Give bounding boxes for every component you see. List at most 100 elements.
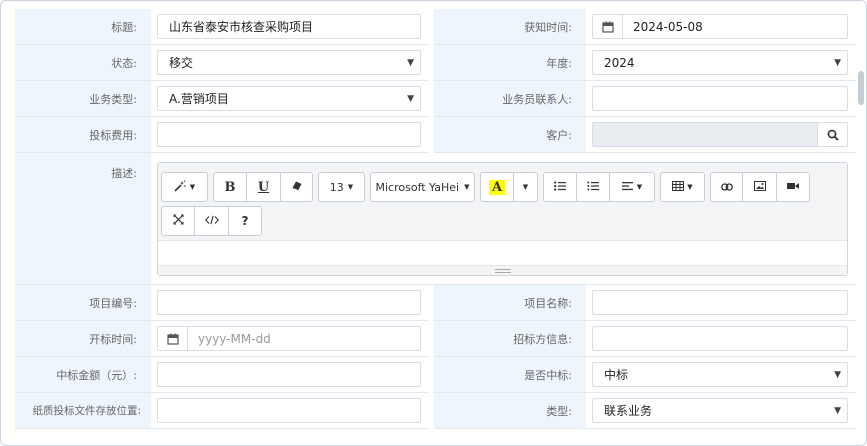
magic-wand-button[interactable]: ▼ [161,172,208,202]
font-family-value: Microsoft YaHei [375,180,460,194]
open-time-label: 开标时间: [15,321,151,357]
link-button[interactable] [710,172,743,202]
biz-type-select[interactable]: A.营销项目 ▼ [157,86,421,111]
rich-text-editor: ▼ B U 13 ▼ Microsoft YaHei ▼ A ▼ ▼ ▼ ? [157,162,848,276]
form-row: 状态: 移交 ▼ 年度: 2024 ▼ [15,45,856,81]
status-value: 移交 [169,56,194,70]
font-family-select[interactable]: Microsoft YaHei ▼ [370,172,475,202]
tenderer-info-input[interactable] [592,326,848,351]
paper-location-input[interactable] [157,398,421,423]
image-button[interactable] [743,172,777,202]
chevron-down-icon: ▼ [522,183,529,191]
description-label: 描述: [15,153,151,285]
project-name-label: 项目名称: [434,285,586,321]
tenderer-info-cell [586,321,856,357]
video-icon [787,181,799,194]
project-name-cell [586,285,856,321]
form-row: 中标金额（元）: 是否中标: 中标 ▼ [15,357,856,393]
underline-button[interactable]: U [247,172,281,202]
bold-button[interactable]: B [213,172,247,202]
chevron-down-icon: ▼ [407,93,414,104]
notify-time-input[interactable]: 2024-05-08 [592,14,848,39]
notify-time-value: 2024-05-08 [633,19,703,34]
unordered-list-button[interactable] [543,172,577,202]
is-win-label: 是否中标: [434,357,586,393]
ordered-list-icon [587,181,599,194]
win-amount-input[interactable] [157,362,421,387]
type-select[interactable]: 联系业务 ▼ [592,398,848,423]
tenderer-info-label: 招标方信息: [434,321,586,357]
is-win-cell: 中标 ▼ [586,357,856,393]
form-row: 开标时间: yyyy-MM-dd 招标方信息: [15,321,856,357]
title-label: 标题: [15,9,151,45]
editor-resize-handle[interactable] [158,265,847,275]
open-time-cell: yyyy-MM-dd [151,321,429,357]
status-label: 状态: [15,45,151,81]
customer-input[interactable] [592,122,848,147]
code-view-button[interactable] [195,206,229,236]
chevron-down-icon: ▼ [189,183,196,191]
table-button[interactable]: ▼ [660,172,705,202]
customer-cell [586,117,856,153]
project-no-label: 项目编号: [15,285,151,321]
form-row: 项目编号: 项目名称: [15,285,856,321]
project-name-input[interactable] [592,290,848,315]
biz-type-cell: A.营销项目 ▼ [151,81,429,117]
type-label: 类型: [434,393,586,429]
notify-time-label: 获知时间: [434,9,586,45]
open-time-input[interactable]: yyyy-MM-dd [157,326,421,351]
notify-time-cell: 2024-05-08 [586,9,856,45]
title-field-cell: 山东省泰安市核查采购项目 [151,9,429,45]
color-dropdown-button[interactable]: ▼ [514,172,538,202]
code-icon [204,215,219,228]
calendar-icon[interactable] [158,327,188,350]
chevron-down-icon: ▼ [464,183,470,191]
status-select[interactable]: 移交 ▼ [157,50,421,75]
help-button[interactable]: ? [229,206,262,236]
biz-contact-input[interactable] [592,86,848,111]
paper-location-label: 纸质投标文件存放位置: [15,393,151,429]
year-value: 2024 [604,55,635,70]
bid-fee-input[interactable] [157,122,421,147]
open-time-placeholder: yyyy-MM-dd [198,331,271,346]
project-no-input[interactable] [157,290,421,315]
type-value: 联系业务 [604,404,653,418]
title-value: 山东省泰安市核查采购项目 [169,20,314,34]
align-left-icon [621,181,634,194]
editor-toolbar: ▼ B U 13 ▼ Microsoft YaHei ▼ A ▼ ▼ ▼ ? [158,163,847,241]
title-input[interactable]: 山东省泰安市核查采购项目 [157,14,421,39]
form-row: 描述: ▼ B U 13 ▼ Microsoft YaHei ▼ A ▼ ▼ ▼… [15,153,856,285]
scrollbar-thumb[interactable] [858,71,864,105]
search-icon[interactable] [817,123,847,146]
chevron-down-icon: ▼ [407,57,414,68]
eraser-button[interactable] [281,172,313,202]
eraser-icon [291,180,303,195]
link-icon [720,181,733,194]
font-size-select[interactable]: 13 ▼ [318,172,365,202]
chevron-down-icon: ▼ [834,57,841,68]
align-button[interactable]: ▼ [610,172,655,202]
is-win-select[interactable]: 中标 ▼ [592,362,848,387]
win-amount-label: 中标金额（元）: [15,357,151,393]
year-select[interactable]: 2024 ▼ [592,50,848,75]
editor-content-area[interactable] [158,241,847,265]
form-row: 纸质投标文件存放位置: 类型: 联系业务 ▼ [15,393,856,429]
ordered-list-button[interactable] [577,172,610,202]
customer-label: 客户: [434,117,586,153]
magic-wand-icon [174,180,188,195]
fullscreen-button[interactable] [161,206,195,236]
video-button[interactable] [777,172,810,202]
highlight-color-icon: A [488,179,506,195]
biz-type-value: A.营销项目 [169,92,229,106]
biz-contact-cell [586,81,856,117]
calendar-icon[interactable] [593,15,623,38]
highlight-color-button[interactable]: A [480,172,514,202]
year-cell: 2024 ▼ [586,45,856,81]
project-no-cell [151,285,429,321]
status-cell: 移交 ▼ [151,45,429,81]
fullscreen-icon [173,214,184,228]
chevron-down-icon: ▼ [636,183,643,191]
chevron-down-icon: ▼ [834,369,841,380]
year-label: 年度: [434,45,586,81]
type-cell: 联系业务 ▼ [586,393,856,429]
